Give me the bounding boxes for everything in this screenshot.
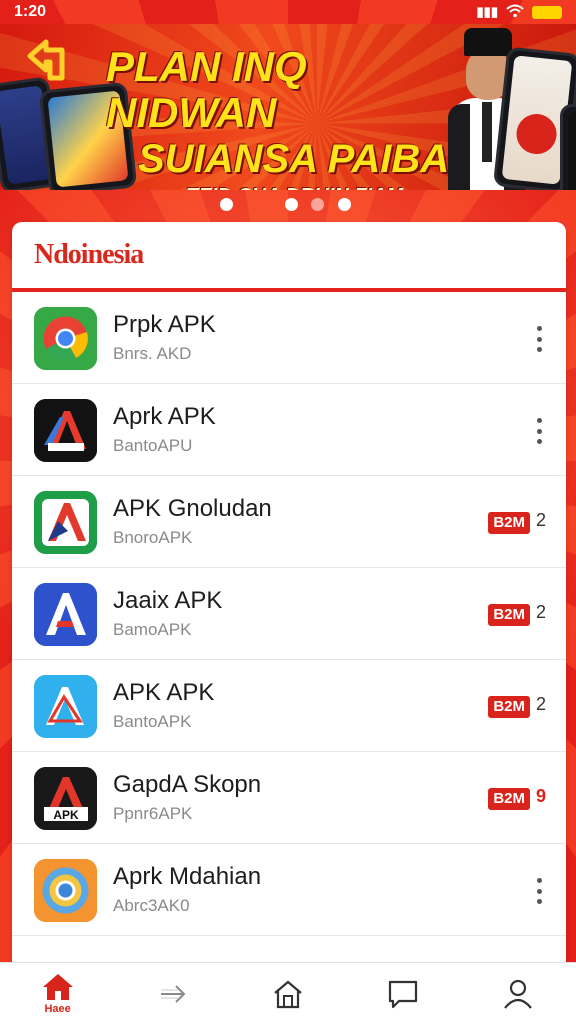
badge-count: 2 bbox=[535, 694, 546, 714]
app-subtitle: Abrc3AK0 bbox=[113, 896, 190, 915]
status-badge: B2M bbox=[488, 696, 530, 718]
apk-a-dark-icon bbox=[34, 399, 97, 462]
status-badge: B2M bbox=[488, 604, 530, 626]
chat-bubble-icon bbox=[389, 980, 418, 1008]
status-bar: 1:20 ▮▮▮ bbox=[0, 0, 576, 24]
list-item[interactable]: APK GapdA Skopn Ppnr6APK B2M 9 bbox=[12, 752, 566, 844]
app-name: APK Gnoludan bbox=[113, 495, 272, 522]
nav-home-active[interactable]: Haee bbox=[18, 963, 98, 1024]
app-subtitle: BamoAPK bbox=[113, 620, 192, 639]
carousel-dot[interactable] bbox=[220, 198, 233, 211]
app-subtitle: Bnrs. AKD bbox=[113, 344, 192, 363]
apk-a-green-icon bbox=[34, 491, 97, 554]
chrome-like-icon bbox=[34, 307, 97, 370]
phone-illustration-edge bbox=[560, 104, 576, 190]
app-name: GapdA Skopn bbox=[113, 771, 262, 798]
app-subtitle: BantoAPU bbox=[113, 436, 193, 455]
nav-profile[interactable] bbox=[478, 963, 558, 1024]
battery-icon bbox=[532, 5, 562, 19]
list-item[interactable]: Prpk APK Bnrs. AKD bbox=[12, 292, 566, 384]
carousel-dot[interactable] bbox=[338, 198, 351, 211]
banner-headline-line1: PLAN INQ NIDWAN bbox=[106, 43, 307, 136]
banner-headline-line2: SUIANSA PAIBA bbox=[138, 137, 450, 181]
apk-a-black-icon: APK bbox=[34, 767, 97, 830]
app-name: Prpk APK bbox=[113, 311, 216, 338]
house-outline-icon bbox=[274, 980, 302, 1008]
nav-house[interactable] bbox=[248, 963, 328, 1024]
badge-count: 9 bbox=[535, 786, 546, 806]
badge-count: 2 bbox=[535, 510, 546, 530]
app-subtitle: Ppnr6APK bbox=[113, 804, 193, 823]
list-item[interactable]: APK Gnoludan BnoroAPK B2M 2 bbox=[12, 476, 566, 568]
nav-home-label: Haee bbox=[44, 1003, 71, 1015]
profile-icon bbox=[504, 979, 533, 1009]
more-options-icon[interactable] bbox=[534, 418, 544, 444]
status-badge: B2M bbox=[488, 788, 530, 810]
app-name: Aprk APK bbox=[113, 403, 216, 430]
app-name: Jaaix APK bbox=[113, 587, 223, 614]
more-options-icon[interactable] bbox=[534, 326, 544, 352]
brand-logo: Ndoinesia bbox=[34, 239, 144, 270]
list-item[interactable]: Jaaix APK BamoAPK B2M 2 bbox=[12, 568, 566, 660]
chrome-orange-icon bbox=[34, 859, 97, 922]
app-name: Aprk Mdahian bbox=[113, 863, 262, 890]
nav-forward[interactable] bbox=[133, 963, 213, 1024]
app-subtitle: BnoroAPK bbox=[113, 528, 193, 547]
list-item[interactable]: Aprk Mdahian Abrc3AK0 bbox=[12, 844, 566, 936]
app-name: APK APK bbox=[113, 679, 215, 706]
carousel-dot[interactable] bbox=[311, 198, 324, 211]
status-badge: B2M bbox=[488, 512, 530, 534]
apk-a-lightblue-icon bbox=[34, 675, 97, 738]
bottom-nav: Haee bbox=[0, 962, 576, 1024]
app-list-card: Ndoinesia Prpk APK Bnrs. AKD Aprk APK Ba… bbox=[12, 222, 566, 966]
status-time: 1:20 bbox=[14, 3, 47, 20]
badge-count: 2 bbox=[535, 602, 546, 622]
carousel-dot[interactable] bbox=[285, 198, 298, 211]
promo-banner[interactable]: PLAN INQ NIDWAN SUIANSA PAIBA TEID CHA D… bbox=[0, 24, 576, 190]
card-header: Ndoinesia bbox=[12, 222, 566, 292]
banner-tagline: TEID CHA DRUIN ZIAM bbox=[186, 182, 466, 190]
list-item[interactable]: Aprk APK BantoAPU bbox=[12, 384, 566, 476]
list-item[interactable]: APK APK BantoAPK B2M 2 bbox=[12, 660, 566, 752]
carousel-dots bbox=[0, 198, 576, 212]
more-options-icon[interactable] bbox=[534, 878, 544, 904]
svg-text:APK: APK bbox=[53, 808, 79, 822]
home-filled-icon bbox=[42, 974, 73, 1000]
nav-chat[interactable] bbox=[363, 963, 443, 1024]
apk-a-blue-icon bbox=[34, 583, 97, 646]
app-subtitle: BantoAPK bbox=[113, 712, 192, 731]
forward-arrow-icon bbox=[160, 984, 186, 1003]
banner-headline: PLAN INQ NIDWAN SUIANSA PAIBA TEID CHA D… bbox=[106, 43, 466, 191]
wifi-icon bbox=[506, 4, 524, 21]
signal-icon: ▮▮▮ bbox=[476, 4, 498, 19]
